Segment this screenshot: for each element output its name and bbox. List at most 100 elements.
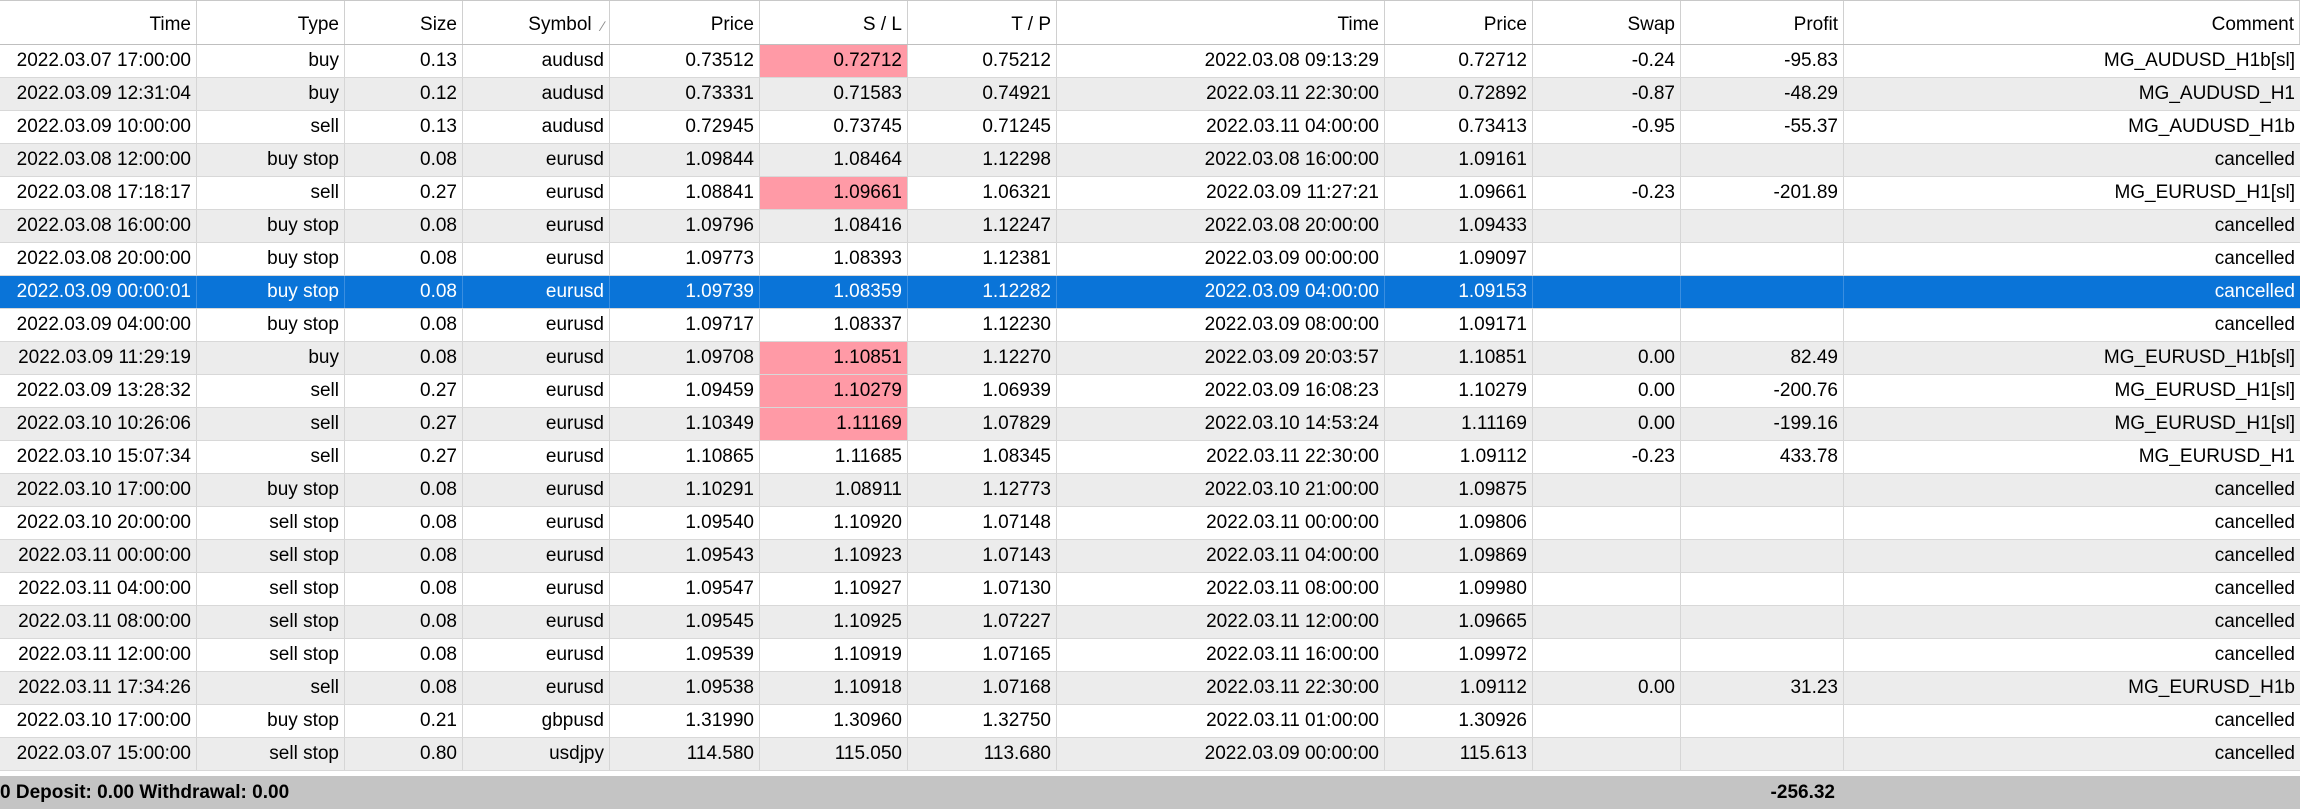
- cell-size: 0.27: [345, 177, 463, 209]
- table-row[interactable]: 2022.03.08 17:18:17 sell 0.27 eurusd 1.08841…: [0, 177, 2300, 210]
- table-row[interactable]: 2022.03.10 17:00:00 buy stop 0.08 eurusd 1.1…: [0, 474, 2300, 507]
- cell-swap: 0.00: [1533, 342, 1681, 374]
- cell-size: 0.13: [345, 45, 463, 77]
- cell-time: 2022.03.08 17:18:17: [0, 177, 197, 209]
- cell-time: 2022.03.09 00:00:01: [0, 276, 197, 308]
- cell-size: 0.21: [345, 705, 463, 737]
- cell-tp: 1.07130: [908, 573, 1057, 605]
- cell-time: 2022.03.07 15:00:00: [0, 738, 197, 770]
- table-row[interactable]: 2022.03.09 11:29:19 buy 0.08 eurusd 1.09708 1…: [0, 342, 2300, 375]
- cell-comment: MG_EURUSD_H1[sl]: [2114, 380, 2295, 401]
- table-body: 2022.03.07 17:00:00 buy 0.13 audusd 0.73512 0…: [0, 45, 2300, 771]
- cell-close-time: 2022.03.11 04:00:00: [1057, 540, 1385, 572]
- column-header-profit[interactable]: Profit: [1681, 1, 1844, 44]
- column-header-swap[interactable]: Swap: [1533, 1, 1681, 44]
- column-header-type[interactable]: Type: [197, 1, 345, 44]
- table-row[interactable]: 2022.03.11 17:34:26 sell 0.08 eurusd 1.09538…: [0, 672, 2300, 705]
- column-header-sl[interactable]: S / L: [760, 1, 908, 44]
- column-header-label: Price: [710, 14, 754, 35]
- cell-sl: 1.09661: [760, 177, 908, 209]
- cell-close-price: 1.09869: [1385, 540, 1533, 572]
- column-header-time[interactable]: Time: [0, 1, 197, 44]
- cell-close-time: 2022.03.11 22:30:00: [1057, 672, 1385, 704]
- cell-profit: [1681, 507, 1844, 539]
- cell-size: 0.08: [345, 309, 463, 341]
- cell-close-price: 1.09112: [1385, 441, 1533, 473]
- cell-symbol: eurusd: [463, 309, 610, 341]
- cell-symbol: eurusd: [463, 144, 610, 176]
- table-row[interactable]: 2022.03.10 15:07:34 sell 0.27 eurusd 1.10865…: [0, 441, 2300, 474]
- table-row[interactable]: 2022.03.11 12:00:00 sell stop 0.08 eurusd 1.…: [0, 639, 2300, 672]
- cell-price: 1.09538: [610, 672, 760, 704]
- cell-profit: [1681, 210, 1844, 242]
- table-row[interactable]: 2022.03.11 00:00:00 sell stop 0.08 eurusd 1.…: [0, 540, 2300, 573]
- cell-type: sell stop: [197, 639, 345, 671]
- cell-price: 1.09540: [610, 507, 760, 539]
- column-header-size[interactable]: Size: [345, 1, 463, 44]
- column-header-tp[interactable]: T / P: [908, 1, 1057, 44]
- cell-tp: 1.12381: [908, 243, 1057, 275]
- cell-close-time: 2022.03.09 00:00:00: [1057, 243, 1385, 275]
- column-header-comment[interactable]: Comment: [1844, 1, 2300, 44]
- cell-tp: 1.08345: [908, 441, 1057, 473]
- cell-swap: 0.00: [1533, 375, 1681, 407]
- cell-close-price: 1.09097: [1385, 243, 1533, 275]
- cell-tp: 113.680: [908, 738, 1057, 770]
- cell-type: buy: [197, 45, 345, 77]
- history-table: Time Type Size Symbol ∕ Price S / L T / P Time Pr…: [0, 0, 2300, 809]
- cell-comment: cancelled: [2214, 479, 2295, 500]
- table-row[interactable]: 2022.03.09 04:00:00 buy stop 0.08 eurusd 1.0…: [0, 309, 2300, 342]
- table-row[interactable]: 2022.03.10 17:00:00 buy stop 0.21 gbpusd 1.3…: [0, 705, 2300, 738]
- cell-profit: [1681, 474, 1844, 506]
- table-row[interactable]: 2022.03.09 00:00:01 buy stop 0.08 eurusd 1.0…: [0, 276, 2300, 309]
- cell-close-price: 1.11169: [1385, 408, 1533, 440]
- table-row[interactable]: 2022.03.09 12:31:04 buy 0.12 audusd 0.73331 0…: [0, 78, 2300, 111]
- table-row[interactable]: 2022.03.09 10:00:00 sell 0.13 audusd 0.72945…: [0, 111, 2300, 144]
- cell-size: 0.80: [345, 738, 463, 770]
- table-row[interactable]: 2022.03.08 12:00:00 buy stop 0.08 eurusd 1.0…: [0, 144, 2300, 177]
- cell-close-price: 1.09875: [1385, 474, 1533, 506]
- table-row[interactable]: 2022.03.10 10:26:06 sell 0.27 eurusd 1.10349…: [0, 408, 2300, 441]
- cell-size: 0.08: [345, 342, 463, 374]
- cell-comment: cancelled: [2214, 578, 2295, 599]
- column-header-close-time[interactable]: Time: [1057, 1, 1385, 44]
- cell-size: 0.08: [345, 474, 463, 506]
- cell-symbol: audusd: [463, 45, 610, 77]
- cell-close-time: 2022.03.11 04:00:00: [1057, 111, 1385, 143]
- cell-symbol: eurusd: [463, 639, 610, 671]
- table-row[interactable]: 2022.03.08 20:00:00 buy stop 0.08 eurusd 1.0…: [0, 243, 2300, 276]
- cell-profit: [1681, 738, 1844, 770]
- cell-sl: 1.10918: [760, 672, 908, 704]
- cell-close-time: 2022.03.11 01:00:00: [1057, 705, 1385, 737]
- cell-comment: cancelled: [2214, 149, 2295, 170]
- cell-price: 1.09708: [610, 342, 760, 374]
- cell-comment: MG_EURUSD_H1[sl]: [2114, 413, 2295, 434]
- cell-close-time: 2022.03.08 20:00:00: [1057, 210, 1385, 242]
- cell-swap: [1533, 507, 1681, 539]
- cell-type: buy stop: [197, 243, 345, 275]
- table-row[interactable]: 2022.03.09 13:28:32 sell 0.27 eurusd 1.09459…: [0, 375, 2300, 408]
- cell-close-time: 2022.03.11 22:30:00: [1057, 78, 1385, 110]
- cell-swap: [1533, 639, 1681, 671]
- cell-swap: [1533, 573, 1681, 605]
- cell-close-time: 2022.03.09 11:27:21: [1057, 177, 1385, 209]
- table-row[interactable]: 2022.03.08 16:00:00 buy stop 0.08 eurusd 1.0…: [0, 210, 2300, 243]
- cell-sl: 1.10279: [760, 375, 908, 407]
- cell-tp: 0.75212: [908, 45, 1057, 77]
- cell-swap: [1533, 474, 1681, 506]
- table-row[interactable]: 2022.03.11 08:00:00 sell stop 0.08 eurusd 1.…: [0, 606, 2300, 639]
- table-row[interactable]: 2022.03.07 15:00:00 sell stop 0.80 usdjpy 11…: [0, 738, 2300, 771]
- table-row[interactable]: 2022.03.10 20:00:00 sell stop 0.08 eurusd 1.…: [0, 507, 2300, 540]
- column-header-label: Time: [149, 14, 191, 35]
- table-row[interactable]: 2022.03.07 17:00:00 buy 0.13 audusd 0.73512 0…: [0, 45, 2300, 78]
- cell-profit: [1681, 573, 1844, 605]
- column-header-price[interactable]: Price: [610, 1, 760, 44]
- cell-close-price: 1.09665: [1385, 606, 1533, 638]
- cell-close-time: 2022.03.11 16:00:00: [1057, 639, 1385, 671]
- column-header-close-price[interactable]: Price: [1385, 1, 1533, 44]
- cell-tp: 1.12282: [908, 276, 1057, 308]
- column-header-symbol[interactable]: Symbol ∕: [463, 1, 610, 44]
- column-header-label: Price: [1483, 14, 1527, 35]
- cell-profit: [1681, 243, 1844, 275]
- table-row[interactable]: 2022.03.11 04:00:00 sell stop 0.08 eurusd 1.…: [0, 573, 2300, 606]
